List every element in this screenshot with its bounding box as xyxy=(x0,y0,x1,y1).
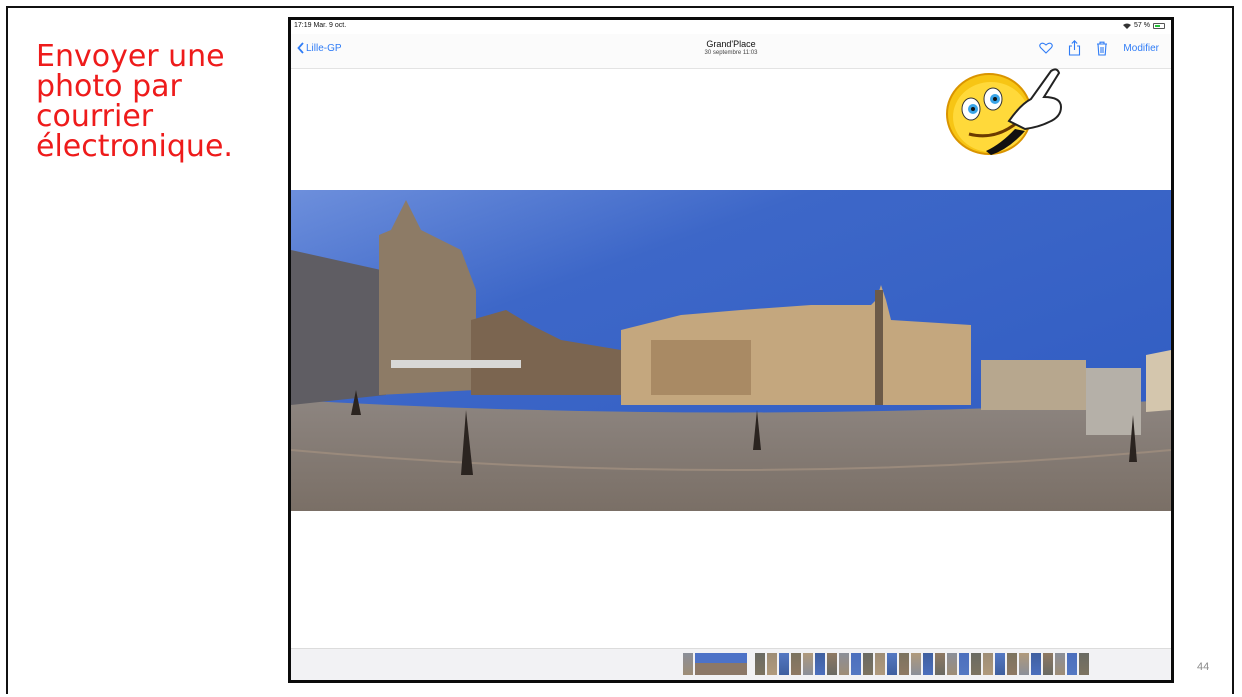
thumbnail[interactable] xyxy=(923,653,933,675)
slide-number: 44 xyxy=(1197,661,1210,673)
status-bar: 17:19 Mar. 9 oct. 57 % xyxy=(291,20,1171,34)
thumbnail[interactable] xyxy=(839,653,849,675)
wifi-icon xyxy=(1123,23,1132,29)
thumbnail[interactable] xyxy=(947,653,957,675)
thumbnail[interactable] xyxy=(1079,653,1089,675)
thumbnail[interactable] xyxy=(803,653,813,675)
pointing-smiley-icon xyxy=(946,68,1063,155)
thumbnail[interactable] xyxy=(851,653,861,675)
thumbnail[interactable] xyxy=(887,653,897,675)
thumbnail[interactable] xyxy=(1067,653,1077,675)
photo-viewer[interactable] xyxy=(291,68,1171,649)
status-indicators: 57 % xyxy=(1123,22,1165,29)
thumbnail[interactable] xyxy=(863,653,873,675)
thumbnail[interactable] xyxy=(1007,653,1017,675)
thumbnail[interactable] xyxy=(827,653,837,675)
thumbnail[interactable] xyxy=(983,653,993,675)
thumbnail[interactable] xyxy=(911,653,921,675)
thumbnail-selected[interactable] xyxy=(695,653,747,675)
heart-icon[interactable] xyxy=(1039,42,1054,54)
thumbnail[interactable] xyxy=(1043,653,1053,675)
thumbnail[interactable] xyxy=(995,653,1005,675)
battery-icon xyxy=(1153,22,1165,29)
thumbnail[interactable] xyxy=(935,653,945,675)
thumbnail[interactable] xyxy=(1055,653,1065,675)
thumbnail[interactable] xyxy=(899,653,909,675)
battery-fill xyxy=(1155,24,1160,27)
thumbnail[interactable] xyxy=(875,653,885,675)
thumbnail[interactable] xyxy=(971,653,981,675)
battery-percentage: 57 % xyxy=(1134,22,1150,29)
thumbnail[interactable] xyxy=(815,653,825,675)
thumbnail[interactable] xyxy=(1031,653,1041,675)
thumbnail[interactable] xyxy=(959,653,969,675)
share-icon[interactable] xyxy=(1068,40,1081,56)
trash-icon[interactable] xyxy=(1096,41,1108,56)
status-time: 17:19 Mar. 9 oct. xyxy=(294,22,347,29)
ipad-screenshot: 17:19 Mar. 9 oct. 57 % Lille-GP Grand'Pl… xyxy=(288,17,1174,683)
thumbnail[interactable] xyxy=(791,653,801,675)
thumbnail[interactable] xyxy=(1019,653,1029,675)
photo-actions: Modifier xyxy=(1039,40,1159,56)
thumbnail-strip[interactable] xyxy=(291,648,1171,680)
thumbnail-list xyxy=(683,653,1089,675)
slide-title: Envoyer une photo par courrier électroni… xyxy=(36,39,233,164)
thumbnail[interactable] xyxy=(755,653,765,675)
thumbnail[interactable] xyxy=(683,653,693,675)
edit-button[interactable]: Modifier xyxy=(1123,43,1159,54)
thumbnail[interactable] xyxy=(779,653,789,675)
thumbnail[interactable] xyxy=(767,653,777,675)
panorama-photo xyxy=(291,190,1171,511)
